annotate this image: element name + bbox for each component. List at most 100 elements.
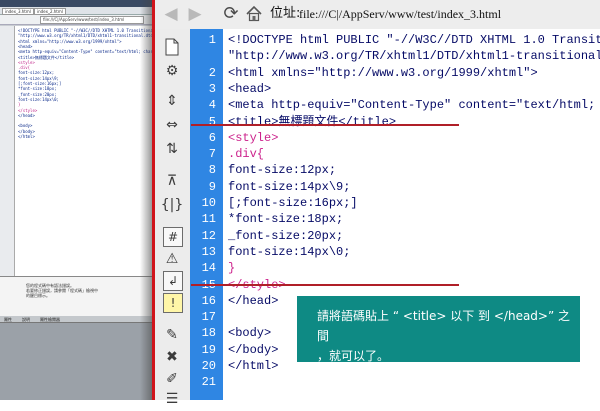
expand-all-icon[interactable]: ⇅ (160, 137, 184, 161)
mini-code-line: </body> (18, 128, 35, 134)
mini-code-line: <meta http-equiv="Content-Type" content=… (18, 49, 152, 55)
mini-code-line: *font-size:18px; (18, 86, 57, 92)
mini-code-line: [;font-size:16px;] (18, 81, 62, 86)
open-documents-icon[interactable] (160, 35, 184, 59)
syntax-error-alerts-icon[interactable]: ! (163, 293, 183, 313)
code-line[interactable]: font-size:14px\0; (228, 244, 350, 260)
line-number: 2 (208, 65, 216, 80)
mini-url-field[interactable]: file:///C|/AppServ/www/test/index_3.html (40, 16, 144, 24)
code-line[interactable]: *font-size:18px; (228, 211, 343, 227)
mini-code-line: <body> (18, 123, 33, 129)
code-line[interactable]: <html xmlns="http://www.w3.org/1999/xhtm… (228, 65, 538, 81)
mini-tab-bar: index_3.html index_2.html (0, 7, 152, 15)
line-number: 13 (201, 244, 216, 259)
line-number: 5 (208, 114, 216, 129)
mini-code-line: <!DOCTYPE html PUBLIC "-//W3C//DTD XHTML… (18, 28, 152, 33)
code-line[interactable]: <title>無標題文件</title> (228, 114, 396, 130)
code-line[interactable]: _font-size:20px; (228, 228, 343, 244)
back-arrow-icon[interactable]: ◀ (161, 4, 181, 24)
instruction-note-line2: ，就可以了。 (317, 349, 390, 363)
mini-properties-panel (0, 316, 152, 400)
mini-properties-tab[interactable]: 屬性 (4, 317, 12, 322)
line-number: 18 (201, 326, 216, 341)
mini-code-line: <head> (18, 43, 33, 49)
background-editor-window: index_3.html index_2.html file:///C|/App… (0, 0, 152, 400)
mini-inspector-tab[interactable]: 屬性檢閱器 (40, 317, 60, 322)
address-bar: ◀ ▶ ⟳ 位址: file:///C|/AppServ/www/test/in… (155, 0, 600, 30)
mini-code-line: font-size:14px\9; (18, 75, 59, 81)
line-number: 11 (201, 212, 216, 227)
highlight-underline-style-end (191, 284, 459, 286)
remove-comment-icon[interactable]: ✖ (160, 345, 184, 369)
word-wrap-icon[interactable]: ↲ (163, 271, 183, 291)
line-numbers-icon[interactable]: # (163, 227, 183, 247)
mini-code-line: "http://www.w3.org/TR/xhtml1/DTD/xhtml1-… (18, 33, 152, 39)
line-number: 1 (208, 33, 216, 47)
home-icon[interactable] (245, 5, 263, 23)
forward-arrow-icon[interactable]: ▶ (185, 4, 205, 24)
balance-braces-icon[interactable]: {|} (160, 193, 184, 217)
code-line[interactable]: .div{ (228, 146, 264, 162)
code-line[interactable]: [;font-size:16px;] (228, 195, 358, 211)
mini-code-line: _font-size:20px; (18, 91, 57, 97)
code-line[interactable]: <!DOCTYPE html PUBLIC "-//W3C//DTD XHTML… (228, 32, 600, 48)
line-number: 19 (201, 342, 216, 357)
line-number-gutter: 1 2 3 4 5 6 7 8 9 10 11 12 13 14 15 16 17 18 19 20 21 (190, 29, 223, 400)
address-url-field[interactable]: file:///C|/AppServ/www/test/index_3.html (297, 4, 600, 24)
line-number: 10 (201, 196, 216, 210)
apply-comment-icon[interactable]: ✎ (160, 323, 184, 347)
mini-help-tab[interactable]: 說明 (22, 317, 30, 322)
code-line[interactable]: } (228, 260, 235, 276)
line-number: 9 (208, 179, 216, 194)
collapse-selection-icon[interactable]: ⇔ (160, 113, 184, 137)
code-line[interactable]: font-size:14px\9; (228, 179, 350, 195)
code-line[interactable]: <head> (228, 81, 271, 97)
mini-code-line: </head> (18, 112, 35, 118)
line-number: 12 (201, 228, 216, 243)
mini-title-bar (0, 0, 152, 7)
mini-code-line: font-size:12px; (18, 70, 55, 76)
select-parent-tag-icon[interactable]: ⊼ (160, 169, 184, 193)
line-number: 7 (208, 147, 216, 162)
mini-code-view[interactable]: <!DOCTYPE html PUBLIC "-//W3C//DTD XHTML… (15, 26, 152, 290)
collapse-full-tag-icon[interactable]: ⇕ (160, 89, 184, 113)
line-number: 17 (201, 310, 216, 325)
mini-code-line: </style> (18, 107, 38, 113)
highlight-invalid-code-icon[interactable]: ⚠ (160, 247, 184, 271)
mini-tab[interactable]: index_3.html (2, 8, 34, 15)
mini-message-line: 的醒目標示。 (26, 293, 50, 298)
code-line[interactable]: "http://www.w3.org/TR/xhtml1/DTD/xhtml1-… (228, 48, 600, 64)
recent-snippets-icon[interactable]: ☰ (160, 387, 184, 411)
mini-code-line: </html> (18, 134, 35, 139)
line-number: 6 (208, 130, 216, 145)
mini-tool-strip (0, 26, 15, 290)
mini-code-line: <title>無標題文件</title> (18, 54, 75, 60)
line-number: 21 (201, 375, 216, 390)
instruction-note: 請將語碼貼上 “ <title> 以下 到 </head>” 之間 ，就可以了。 (297, 296, 580, 363)
mini-code-line: font-size:14px\0; (18, 96, 59, 102)
line-number: 3 (208, 81, 216, 96)
line-number: 20 (201, 359, 216, 373)
code-line[interactable]: </head> (228, 293, 278, 309)
code-line[interactable]: </html> (228, 358, 278, 374)
line-number: 14 (201, 261, 216, 276)
code-line[interactable]: <body> (228, 325, 271, 341)
reload-icon[interactable]: ⟳ (221, 4, 241, 24)
code-line[interactable]: <style> (228, 130, 278, 146)
code-line[interactable]: <meta http-equiv="Content-Type" content=… (228, 97, 600, 113)
address-label: 位址: (270, 6, 301, 21)
code-line[interactable]: </body> (228, 342, 278, 358)
mini-code-line: } (18, 102, 21, 108)
coding-toolbar: ⚙ ⇕ ⇔ ⇅ ⊼ {|} # ⚠ ↲ ! ✎ ✖ ✐ ☰ (155, 29, 191, 407)
code-line[interactable]: font-size:12px; (228, 162, 336, 178)
line-number: 16 (201, 293, 216, 308)
file-management-icon[interactable]: ⚙ (160, 59, 184, 83)
mini-syntax-message: 您的程式碼中有語法錯誤。 若要修正錯誤，請參閱「程式碼」檢視中 的醒目標示。 (26, 283, 126, 298)
highlight-underline-title (191, 124, 459, 126)
mini-code-line: <style> (18, 59, 35, 65)
mini-code-line: .div{ (18, 65, 31, 71)
mini-tab[interactable]: index_2.html (34, 8, 66, 15)
line-number: 8 (208, 163, 216, 178)
mini-code-line: <html xmlns="http://www.w3.org/1999/xhtm… (18, 38, 122, 44)
line-number: 4 (208, 98, 216, 113)
